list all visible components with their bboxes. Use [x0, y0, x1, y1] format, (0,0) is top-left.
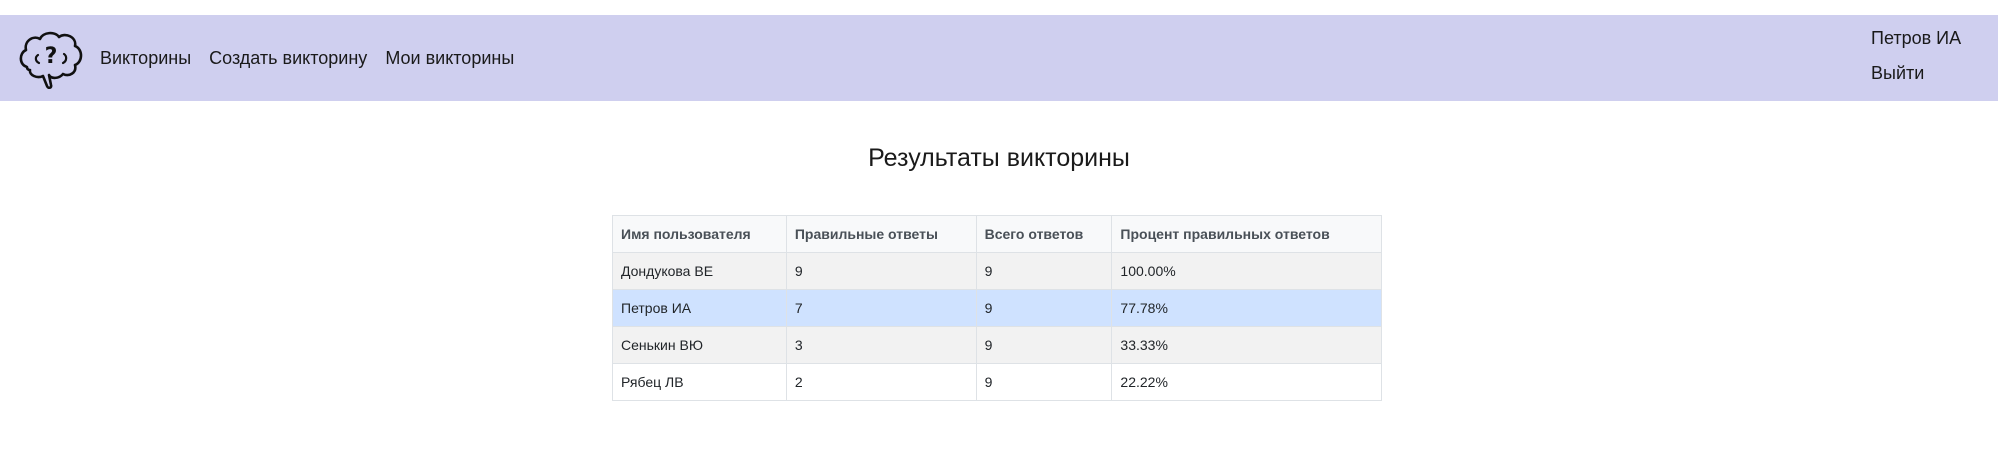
cell-total-answers: 9 [975, 363, 1113, 401]
nav-link-quizzes[interactable]: Викторины [100, 48, 191, 69]
cell-total-answers: 9 [975, 289, 1113, 327]
table-row: Дондукова ВЕ 9 9 100.00% [612, 252, 1382, 290]
logout-link[interactable]: Выйти [1871, 62, 1961, 84]
nav-links: Викторины Создать викторину Мои викторин… [100, 15, 514, 101]
page-title: Результаты викторины [868, 144, 1130, 172]
cell-correct-answers: 7 [785, 289, 977, 327]
table-header-row: Имя пользователя Правильные ответы Всего… [612, 215, 1382, 253]
cell-total-answers: 9 [975, 252, 1113, 290]
table-row-highlighted: Петров ИА 7 9 77.78% [612, 289, 1382, 327]
cell-percent-correct: 22.22% [1111, 363, 1382, 401]
brain-question-icon[interactable]: ? [17, 29, 85, 90]
top-strip [0, 0, 1998, 15]
results-table: Имя пользователя Правильные ответы Всего… [612, 215, 1382, 401]
cell-username: Дондукова ВЕ [612, 252, 787, 290]
cell-username: Сенькин ВЮ [612, 326, 787, 364]
cell-total-answers: 9 [975, 326, 1113, 364]
svg-text:?: ? [45, 44, 58, 69]
cell-correct-answers: 3 [785, 326, 977, 364]
table-row: Сенькин ВЮ 3 9 33.33% [612, 326, 1382, 364]
table-row: Рябец ЛВ 2 9 22.22% [612, 363, 1382, 401]
cell-correct-answers: 2 [785, 363, 977, 401]
cell-percent-correct: 77.78% [1111, 289, 1382, 327]
navbar: ? Викторины Создать викторину Мои виктор… [0, 15, 1998, 101]
column-header-correct-answers: Правильные ответы [785, 215, 977, 253]
nav-link-my-quizzes[interactable]: Мои викторины [385, 48, 514, 69]
column-header-total-answers: Всего ответов [975, 215, 1113, 253]
cell-username: Рябец ЛВ [612, 363, 787, 401]
cell-percent-correct: 100.00% [1111, 252, 1382, 290]
user-name-link[interactable]: Петров ИА [1871, 27, 1961, 49]
user-menu: Петров ИА Выйти [1871, 27, 1961, 84]
column-header-username: Имя пользователя [612, 215, 787, 253]
cell-username: Петров ИА [612, 289, 787, 327]
column-header-percent-correct: Процент правильных ответов [1111, 215, 1382, 253]
cell-correct-answers: 9 [785, 252, 977, 290]
cell-percent-correct: 33.33% [1111, 326, 1382, 364]
nav-link-create-quiz[interactable]: Создать викторину [209, 48, 367, 69]
